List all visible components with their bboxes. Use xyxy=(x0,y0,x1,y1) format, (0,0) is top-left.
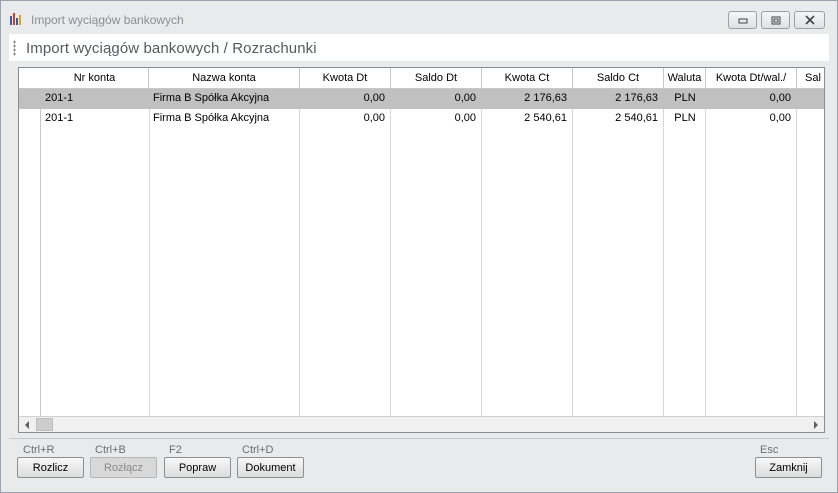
shortcut-dokument: Ctrl+D xyxy=(242,444,274,456)
column-divider xyxy=(663,89,664,416)
cell-nazwa-konta: Firma B Spółka Akcyjna xyxy=(153,92,270,104)
column-divider xyxy=(149,89,150,416)
column-divider xyxy=(572,89,573,416)
cell-nazwa-konta: Firma B Spółka Akcyjna xyxy=(153,112,270,124)
cell-saldo-dt: 0,00 xyxy=(454,92,476,104)
cell-kwota-dt-wal: 0,00 xyxy=(769,92,791,104)
dokument-button[interactable]: Dokument xyxy=(237,457,304,478)
cell-waluta: PLN xyxy=(674,112,696,124)
scroll-right-button[interactable] xyxy=(808,417,824,432)
cell-kwota-ct: 2 540,61 xyxy=(524,112,567,124)
shortcut-rozlacz: Ctrl+B xyxy=(95,444,126,456)
rozlacz-button[interactable]: Rozłącz xyxy=(90,457,157,478)
col-header-nazwa-konta[interactable]: Nazwa konta xyxy=(149,68,300,89)
shortcut-popraw: F2 xyxy=(169,444,182,456)
horizontal-scrollbar[interactable] xyxy=(19,416,824,432)
grip-handle-icon[interactable] xyxy=(13,40,16,56)
cell-kwota-dt-wal: 0,00 xyxy=(769,112,791,124)
col-header-nr-konta[interactable]: Nr konta xyxy=(41,68,149,89)
column-divider xyxy=(390,89,391,416)
bar-chart-icon xyxy=(10,13,21,25)
settlements-grid[interactable]: Nr konta Nazwa konta Kwota Dt Saldo Dt K… xyxy=(18,67,825,433)
chevron-left-icon xyxy=(25,421,29,429)
cell-kwota-ct: 2 176,63 xyxy=(524,92,567,104)
restore-button[interactable] xyxy=(761,11,790,29)
window-title: Import wyciągów bankowych xyxy=(31,13,184,27)
shortcut-zamknij: Esc xyxy=(760,444,779,456)
table-row[interactable]: 201-1 Firma B Spółka Akcyjna 0,00 0,00 2… xyxy=(19,89,824,109)
section-header: Import wyciągów bankowych / Rozrachunki xyxy=(9,34,829,61)
cell-saldo-ct: 2 540,61 xyxy=(615,112,658,124)
title-bar[interactable]: Import wyciągów bankowych xyxy=(1,1,837,32)
col-header-saldo-dt[interactable]: Saldo Dt xyxy=(391,68,482,89)
cell-kwota-dt: 0,00 xyxy=(363,112,385,124)
cell-waluta: PLN xyxy=(674,92,696,104)
restore-icon xyxy=(771,16,780,24)
close-button[interactable] xyxy=(794,11,825,29)
close-icon xyxy=(804,15,815,25)
table-row[interactable]: 201-1 Firma B Spółka Akcyjna 0,00 0,00 2… xyxy=(19,109,824,129)
minimize-icon xyxy=(738,18,747,24)
minimize-button[interactable] xyxy=(728,11,757,29)
column-divider xyxy=(481,89,482,416)
shortcut-rozlicz: Ctrl+R xyxy=(23,444,55,456)
cell-saldo-ct: 2 176,63 xyxy=(615,92,658,104)
cell-nr-konta: 201-1 xyxy=(45,112,74,124)
col-header-kwota-ct[interactable]: Kwota Ct xyxy=(482,68,573,89)
col-header-kwota-dt[interactable]: Kwota Dt xyxy=(300,68,391,89)
col-header-waluta[interactable]: Waluta xyxy=(664,68,706,89)
cell-kwota-dt: 0,00 xyxy=(363,92,385,104)
rozlicz-button[interactable]: Rozlicz xyxy=(17,457,84,478)
column-divider xyxy=(705,89,706,416)
col-header-saldo-ct[interactable]: Saldo Ct xyxy=(573,68,664,89)
footer-divider xyxy=(9,438,829,439)
import-window: Import wyciągów bankowych Import wyciągó… xyxy=(0,0,838,493)
scrollbar-thumb[interactable] xyxy=(36,418,53,431)
zamknij-button[interactable]: Zamknij xyxy=(755,457,822,478)
cell-nr-konta: 201-1 xyxy=(45,92,74,104)
popraw-button[interactable]: Popraw xyxy=(164,457,231,478)
column-divider xyxy=(299,89,300,416)
column-divider xyxy=(796,89,797,416)
chevron-right-icon xyxy=(814,421,818,429)
col-header-kwota-dt-wal[interactable]: Kwota Dt/wal./ xyxy=(706,68,797,89)
grid-header: Nr konta Nazwa konta Kwota Dt Saldo Dt K… xyxy=(19,68,824,89)
page-title: Import wyciągów bankowych / Rozrachunki xyxy=(26,40,317,57)
col-header-saldo-wal[interactable]: Sal xyxy=(797,68,824,89)
cell-saldo-dt: 0,00 xyxy=(454,112,476,124)
scroll-left-button[interactable] xyxy=(19,417,35,432)
